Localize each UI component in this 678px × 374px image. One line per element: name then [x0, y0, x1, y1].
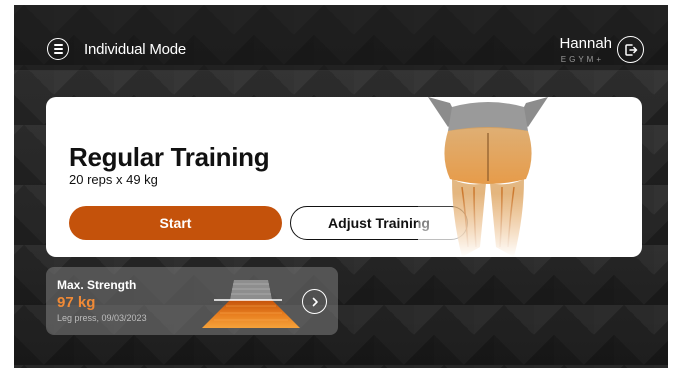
- start-button[interactable]: Start: [69, 206, 282, 240]
- max-strength-meta: Leg press, 09/03/2023: [57, 313, 147, 323]
- logout-button[interactable]: [617, 36, 644, 63]
- user-name: Hannah: [559, 35, 612, 52]
- regular-training-card: Regular Training 20 reps x 49 kg Start A…: [46, 97, 642, 257]
- leg-muscles-illustration: [418, 97, 558, 257]
- training-title: Regular Training: [69, 142, 270, 172]
- strength-details-button[interactable]: [302, 289, 327, 314]
- app-screen: Individual Mode Hannah EGYM+ Regular Tra…: [14, 5, 668, 368]
- menu-button[interactable]: [47, 38, 69, 60]
- training-subtitle: 20 reps x 49 kg: [69, 172, 158, 187]
- chevron-right-icon: [312, 297, 318, 306]
- max-strength-value: 97 kg: [57, 294, 96, 311]
- logout-icon: [624, 43, 637, 56]
- top-bar: Individual Mode Hannah EGYM+: [14, 5, 668, 71]
- strength-level-graphic: [202, 280, 300, 328]
- brand-logo: EGYM+: [560, 55, 604, 64]
- menu-icon: [53, 44, 63, 46]
- max-strength-card[interactable]: Max. Strength 97 kg Leg press, 09/03/202…: [46, 267, 338, 335]
- mode-title: Individual Mode: [84, 41, 187, 58]
- max-strength-label: Max. Strength: [57, 278, 137, 292]
